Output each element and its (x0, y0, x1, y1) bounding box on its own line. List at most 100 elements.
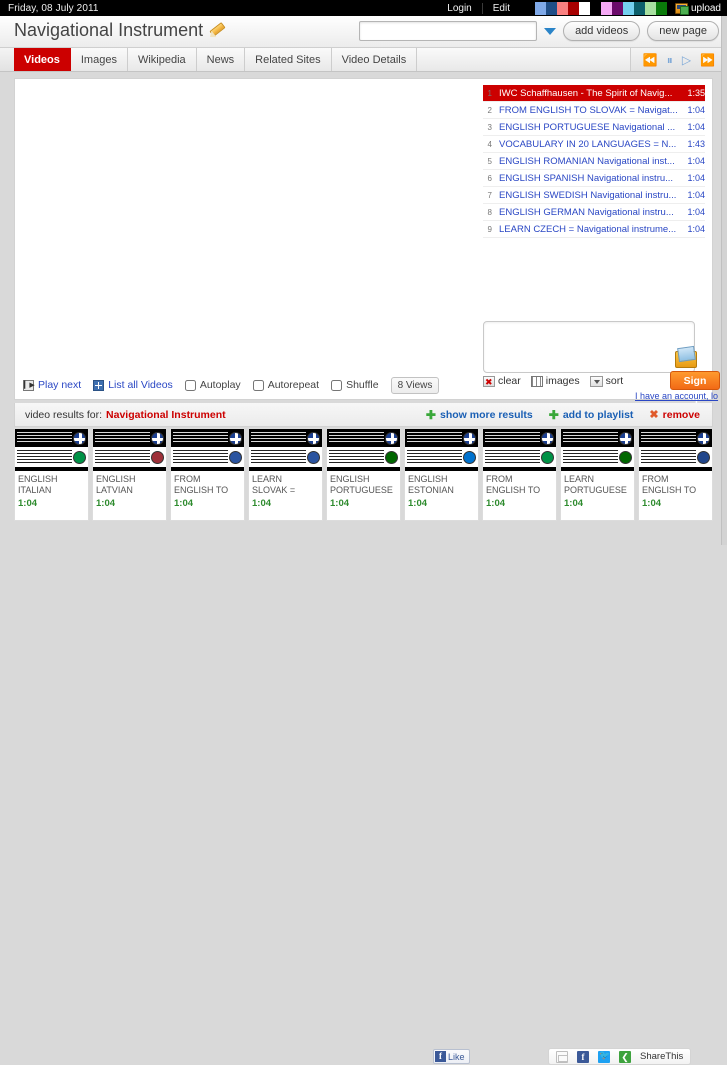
playlist-item-number: 5 (487, 156, 492, 166)
video-thumbnail[interactable] (15, 429, 88, 471)
playlist-item[interactable]: 5 ENGLISH ROMANIAN Navigational inst... 1:… (483, 153, 705, 170)
playlist-item-title[interactable]: ENGLISH GERMAN Navigational instru... (496, 207, 679, 218)
video-thumbnail[interactable] (171, 429, 244, 471)
color-swatch-10[interactable] (633, 1, 645, 15)
play-next-button[interactable]: ▎▶ Play next (23, 379, 81, 391)
autorepeat-checkbox[interactable]: Autorepeat (252, 379, 319, 391)
color-swatch-12[interactable] (655, 1, 667, 15)
video-thumbnail[interactable] (483, 429, 556, 471)
shuffle-checkbox-input[interactable] (331, 379, 343, 391)
video-result-title: FROM ENGLISH TO ITALIAN = (486, 474, 541, 497)
video-result-card[interactable]: LEARN SLOVAK = Navigational1:04 (248, 428, 323, 521)
chevron-down-icon[interactable] (544, 27, 557, 35)
tab-wikipedia[interactable]: Wikipedia (127, 48, 197, 71)
autoplay-label: Autoplay (199, 379, 241, 391)
country-flag-icon (151, 451, 164, 464)
rewind-button[interactable]: ⏪ (643, 54, 658, 66)
signup-button[interactable]: Sign up (670, 371, 720, 404)
search-input[interactable] (359, 21, 538, 41)
autoplay-checkbox-input[interactable] (184, 379, 196, 391)
autorepeat-checkbox-input[interactable] (252, 379, 264, 391)
video-result-card[interactable]: FROM ENGLISH TO DUTCH =1:04 (638, 428, 713, 521)
color-swatch-5[interactable] (578, 1, 590, 15)
video-result-card[interactable]: FROM ENGLISH TO ITALIAN =1:04 (482, 428, 557, 521)
video-thumbnail[interactable] (561, 429, 634, 471)
playlist-item[interactable]: 6 ENGLISH SPANISH Navigational instru... 1… (483, 170, 705, 187)
playlist-item[interactable]: 8 ENGLISH GERMAN Navigational instru... 1:… (483, 204, 705, 221)
tab-news[interactable]: News (196, 48, 246, 71)
playlist-item-title[interactable]: ENGLISH ROMANIAN Navigational inst... (496, 156, 679, 167)
video-thumbnail[interactable] (93, 429, 166, 471)
edit-link[interactable]: Edit (483, 3, 520, 14)
new-page-button[interactable]: new page (647, 21, 719, 41)
sort-icon (589, 375, 603, 387)
facebook-share-icon[interactable]: f (577, 1050, 589, 1063)
shuffle-checkbox[interactable]: Shuffle (331, 379, 379, 391)
video-result-card[interactable]: ENGLISH ESTONIAN 1:04 (404, 428, 479, 521)
color-swatch-7[interactable] (600, 1, 612, 15)
uk-flag-icon (229, 432, 242, 445)
clear-button[interactable]: clear (483, 375, 521, 387)
email-icon[interactable] (556, 1050, 568, 1063)
tab-videos[interactable]: Videos (14, 48, 71, 71)
color-swatch-0[interactable] (523, 1, 535, 15)
show-more-results-button[interactable]: ✚ show more results (426, 409, 533, 421)
color-swatch-1[interactable] (534, 1, 546, 15)
color-swatch-3[interactable] (556, 1, 568, 15)
color-swatch-8[interactable] (611, 1, 623, 15)
color-swatch-2[interactable] (545, 1, 557, 15)
color-swatch-6[interactable] (589, 1, 601, 15)
images-button[interactable]: images (530, 375, 580, 387)
video-result-card[interactable]: ENGLISH PORTUGUESE 1:04 (326, 428, 401, 521)
playlist-item[interactable]: 3 ENGLISH PORTUGUESE Navigational ... 1:04 (483, 119, 705, 136)
comment-textarea[interactable] (483, 321, 695, 373)
playlist-item[interactable]: 9 LEARN CZECH = Navigational instrume... 1… (483, 221, 705, 238)
facebook-like-button[interactable]: f Like (433, 1049, 470, 1064)
sharethis-icon[interactable]: ❮ (619, 1050, 631, 1063)
envelope-icon[interactable] (675, 351, 697, 368)
video-result-card[interactable]: LEARN PORTUGUESE =1:04 (560, 428, 635, 521)
playlist-item-title[interactable]: LEARN CZECH = Navigational instrume... (496, 224, 679, 235)
play-button[interactable]: ▷ (682, 54, 691, 66)
playlist-item-title[interactable]: IWC Schaffhausen - The Spirit of Navig..… (496, 88, 679, 99)
color-swatch-9[interactable] (622, 1, 634, 15)
video-result-card[interactable]: FROM ENGLISH TO SLOVENIAN1:04 (170, 428, 245, 521)
color-swatch-4[interactable] (567, 1, 579, 15)
add-to-playlist-button[interactable]: ✚ add to playlist (549, 409, 634, 421)
add-videos-button[interactable]: add videos (563, 21, 641, 41)
video-thumbnail[interactable] (639, 429, 712, 471)
login-link[interactable]: Login (437, 2, 483, 14)
video-result-card[interactable]: ENGLISH LATVIAN 1:04 (92, 428, 167, 521)
video-thumbnail[interactable] (327, 429, 400, 471)
playlist-item-title[interactable]: ENGLISH PORTUGUESE Navigational ... (496, 122, 679, 133)
pause-button[interactable]: ⏸ (667, 54, 673, 66)
twitter-icon[interactable] (598, 1050, 610, 1063)
playlist-item-title[interactable]: VOCABULARY IN 20 LANGUAGES = N... (496, 139, 679, 150)
sort-button[interactable]: sort (589, 375, 623, 387)
autoplay-checkbox[interactable]: Autoplay (184, 379, 241, 391)
video-result-title: FROM ENGLISH TO DUTCH = (642, 474, 697, 497)
playlist-item[interactable]: 4 VOCABULARY IN 20 LANGUAGES = N... 1:43 (483, 136, 705, 153)
pencil-icon[interactable] (208, 23, 224, 39)
playlist-item[interactable]: 1 IWC Schaffhausen - The Spirit of Navig.… (483, 85, 705, 102)
fastforward-button[interactable]: ⏩ (700, 54, 715, 66)
playlist-item-title[interactable]: ENGLISH SPANISH Navigational instru... (496, 173, 679, 184)
video-thumbnail[interactable] (405, 429, 478, 471)
tab-related-sites[interactable]: Related Sites (245, 48, 332, 71)
playlist-item-title[interactable]: FROM ENGLISH TO SLOVAK = Navigat... (496, 105, 679, 116)
list-all-videos-button[interactable]: List all Videos (93, 379, 173, 391)
video-thumbnail[interactable] (249, 429, 322, 471)
right-edge-scrollbar[interactable] (721, 16, 727, 545)
video-result-card[interactable]: ENGLISH ITALIAN 1:04 (14, 428, 89, 521)
tab-images[interactable]: Images (70, 48, 128, 71)
remove-button[interactable]: ✖ remove (649, 409, 700, 421)
color-swatch-11[interactable] (644, 1, 656, 15)
thumbnail-text-lines-bottom (485, 450, 540, 463)
playlist-item[interactable]: 7 ENGLISH SWEDISH Navigational instru... 1… (483, 187, 705, 204)
upload-button[interactable]: upload (671, 2, 727, 15)
have-account-link[interactable]: I have an account, lo (635, 391, 727, 401)
playlist-item-title[interactable]: ENGLISH SWEDISH Navigational instru... (496, 190, 679, 201)
color-swatches[interactable] (520, 0, 671, 16)
tab-video-details[interactable]: Video Details (331, 48, 418, 71)
playlist-item[interactable]: 2 FROM ENGLISH TO SLOVAK = Navigat... 1:04 (483, 102, 705, 119)
